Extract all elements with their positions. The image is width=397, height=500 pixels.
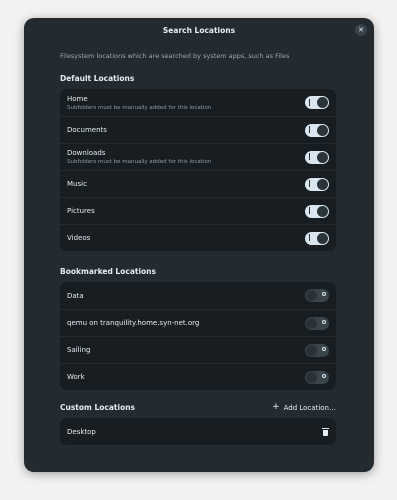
add-location-label: Add Location… — [283, 403, 336, 412]
sailing-toggle[interactable] — [305, 343, 329, 357]
downloads-toggle[interactable] — [305, 150, 329, 164]
location-row-sailing: Sailing — [60, 336, 336, 363]
location-label: Home — [67, 94, 88, 103]
qemu-toggle[interactable] — [305, 316, 329, 330]
location-label: Pictures — [67, 207, 95, 215]
location-row-qemu: qemu on tranquility.home.syn-net.org — [60, 309, 336, 336]
location-label: Downloads — [67, 149, 106, 157]
documents-toggle[interactable] — [305, 123, 329, 137]
work-toggle[interactable] — [305, 370, 329, 384]
location-row-work: Work — [60, 363, 336, 390]
dialog-description: Filesystem locations which are searched … — [60, 52, 290, 60]
location-row-music: Music — [60, 170, 336, 197]
dialog-header: Search Locations ✕ — [24, 18, 374, 42]
dialog-title: Search Locations — [162, 25, 236, 35]
location-row-home: Home Subfolders must be manually added f… — [60, 89, 336, 116]
location-subtitle: Subfolders must be manually added for th… — [67, 159, 212, 165]
location-label: qemu on tranquility.home.syn-net.org — [67, 319, 200, 327]
location-label: Documents — [67, 126, 107, 134]
location-label: Data — [67, 291, 84, 300]
location-label: Sailing — [67, 346, 91, 354]
location-row-data: Data — [60, 282, 336, 309]
location-row-downloads: Downloads Subfolders must be manually ad… — [60, 143, 336, 170]
location-row-pictures: Pictures — [60, 197, 336, 224]
trash-icon[interactable] — [322, 427, 329, 436]
location-row-videos: Videos — [60, 224, 336, 251]
location-subtitle: Subfolders must be manually added for th… — [67, 104, 212, 111]
location-label: Music — [67, 180, 87, 188]
add-location-button[interactable]: + Add Location… — [272, 403, 336, 412]
bookmarked-locations-title: Bookmarked Locations — [60, 267, 156, 276]
location-label: Work — [67, 373, 85, 381]
default-locations-title: Default Locations — [60, 74, 135, 83]
location-row-documents: Documents — [60, 116, 336, 143]
custom-locations-title: Custom Locations — [60, 403, 136, 412]
pictures-toggle[interactable] — [305, 204, 329, 218]
videos-toggle[interactable] — [305, 231, 329, 245]
location-label: Desktop — [67, 427, 96, 436]
bookmarked-locations-list: Data qemu on tranquility.home.syn-net.or… — [60, 282, 336, 390]
close-button[interactable]: ✕ — [355, 24, 367, 36]
default-locations-list: Home Subfolders must be manually added f… — [60, 89, 336, 251]
data-toggle[interactable] — [305, 289, 329, 302]
plus-icon: + — [272, 402, 280, 412]
location-label: Videos — [67, 234, 91, 242]
custom-locations-header: Custom Locations + Add Location… — [60, 403, 336, 413]
music-toggle[interactable] — [305, 177, 329, 191]
close-icon: ✕ — [358, 26, 364, 34]
location-row-desktop: Desktop — [60, 418, 336, 445]
home-toggle[interactable] — [305, 96, 329, 109]
search-locations-dialog: Search Locations ✕ Filesystem locations … — [24, 18, 374, 472]
custom-locations-list: Desktop — [60, 418, 336, 445]
